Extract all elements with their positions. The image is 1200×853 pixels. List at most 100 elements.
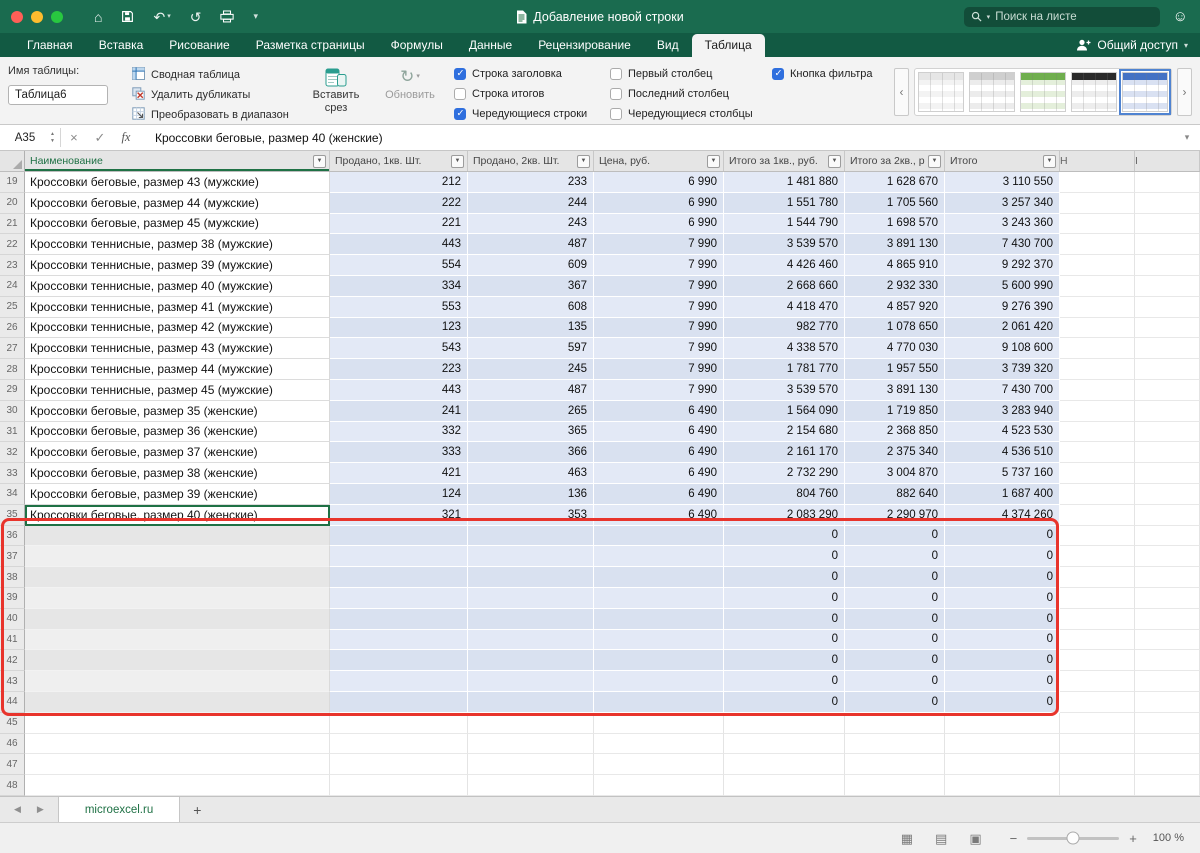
page-layout-view-icon[interactable]: ▤ [935,832,947,845]
cell-value[interactable]: 321 [330,505,468,526]
cell-value[interactable]: 1 719 850 [845,401,945,422]
cell-value[interactable]: 0 [845,609,945,630]
column-header[interactable]: H [1060,151,1135,171]
cell-value[interactable] [468,546,594,567]
table-style-thumbnail-green[interactable] [1020,72,1066,112]
column-header[interactable]: I [1135,151,1200,171]
home-icon[interactable]: ⌂ [94,10,102,24]
cell-empty[interactable] [594,734,724,755]
cell-value[interactable]: 0 [845,692,945,713]
cell-value[interactable] [330,630,468,651]
cell-name[interactable]: Кроссовки беговые, размер 43 (мужские) [25,172,330,193]
cell-value[interactable]: 0 [724,546,845,567]
column-header[interactable]: Цена, руб.▼ [594,151,724,171]
filter-button[interactable]: ▼ [451,155,464,168]
cell-value[interactable]: 1 687 400 [945,484,1060,505]
cell-value[interactable]: 608 [468,297,594,318]
cell-value[interactable]: 3 004 870 [845,463,945,484]
pivot-table-button[interactable]: Сводная таблица [132,65,290,84]
row-number[interactable]: 38 [0,567,25,588]
cell-value[interactable]: 804 760 [724,484,845,505]
cell-empty[interactable] [25,734,330,755]
cell-empty[interactable] [1135,380,1200,401]
cell-empty[interactable] [1135,775,1200,796]
cell-value[interactable] [468,650,594,671]
cell-empty[interactable] [330,713,468,734]
cell-value[interactable]: 0 [845,588,945,609]
cell-empty[interactable] [1060,754,1135,775]
formula-input[interactable]: Кроссовки беговые, размер 40 (женские) [139,125,1174,150]
row-number[interactable]: 26 [0,318,25,339]
cell-value[interactable]: 982 770 [724,318,845,339]
cell-value[interactable]: 7 990 [594,255,724,276]
cell-empty[interactable] [1135,713,1200,734]
row-number[interactable]: 34 [0,484,25,505]
insert-function-button[interactable]: fx [113,125,139,150]
cell-value[interactable]: 9 292 370 [945,255,1060,276]
cell-name[interactable]: Кроссовки теннисные, размер 42 (мужские) [25,318,330,339]
cell-value[interactable]: 6 990 [594,214,724,235]
cell-value[interactable]: 2 154 680 [724,422,845,443]
table-style-thumbnail-plain[interactable] [918,72,964,112]
undo-button[interactable]: ↶ ▾ [153,10,170,24]
cell-empty[interactable] [330,734,468,755]
row-number[interactable]: 48 [0,775,25,796]
cell-name[interactable]: Кроссовки теннисные, размер 43 (мужские) [25,338,330,359]
cell-value[interactable] [594,526,724,547]
cell-value[interactable]: 2 668 660 [724,276,845,297]
cell-value[interactable]: 221 [330,214,468,235]
cell-value[interactable] [594,609,724,630]
refresh-button[interactable]: ↻ ▾ Обновить [382,62,438,120]
cell-empty[interactable] [945,775,1060,796]
cell-value[interactable]: 6 990 [594,172,724,193]
column-header[interactable]: Итого за 1кв., руб.▼ [724,151,845,171]
cell-empty[interactable] [1060,588,1135,609]
cell-value[interactable]: 597 [468,338,594,359]
row-number[interactable]: 40 [0,609,25,630]
cell-value[interactable]: 3 891 130 [845,380,945,401]
row-number[interactable]: 30 [0,401,25,422]
cell-name-empty[interactable] [25,671,330,692]
cell-empty[interactable] [468,775,594,796]
tab-главная[interactable]: Главная [14,34,86,57]
cell-value[interactable]: 244 [468,193,594,214]
cell-value[interactable]: 1 781 770 [724,359,845,380]
cell-name-empty[interactable] [25,588,330,609]
toolbar-options-icon[interactable]: ▾ [253,12,258,21]
cell-empty[interactable] [1135,671,1200,692]
tab-данные[interactable]: Данные [456,34,525,57]
sheet-nav-right-icon[interactable]: ▶ [37,804,44,815]
cell-value[interactable] [594,692,724,713]
cell-value[interactable]: 243 [468,214,594,235]
cell-empty[interactable] [1135,297,1200,318]
cell-name-empty[interactable] [25,692,330,713]
cell-empty[interactable] [1060,692,1135,713]
print-button[interactable] [220,10,234,23]
zoom-slider[interactable] [1027,837,1119,840]
cell-empty[interactable] [1060,650,1135,671]
cell-empty[interactable] [25,775,330,796]
row-number[interactable]: 39 [0,588,25,609]
name-box[interactable]: A35 [0,125,50,150]
cell-value[interactable]: 7 990 [594,318,724,339]
tab-разметка-страницы[interactable]: Разметка страницы [243,34,378,57]
cell-value[interactable]: 0 [945,692,1060,713]
cell-value[interactable] [468,567,594,588]
cell-value[interactable]: 0 [724,692,845,713]
cell-value[interactable]: 0 [845,650,945,671]
cell-value[interactable]: 0 [845,671,945,692]
cell-value[interactable]: 6 490 [594,484,724,505]
cell-value[interactable]: 135 [468,318,594,339]
cell-empty[interactable] [330,754,468,775]
cell-value[interactable]: 421 [330,463,468,484]
undo-dropdown-icon[interactable]: ▾ [167,13,171,20]
filter-button[interactable]: ▼ [707,155,720,168]
row-number[interactable]: 19 [0,172,25,193]
cell-empty[interactable] [1060,505,1135,526]
cell-value[interactable]: 222 [330,193,468,214]
row-number[interactable]: 24 [0,276,25,297]
cell-empty[interactable] [724,754,845,775]
cell-empty[interactable] [845,775,945,796]
filter-button[interactable]: ▼ [577,155,590,168]
cell-empty[interactable] [1060,318,1135,339]
